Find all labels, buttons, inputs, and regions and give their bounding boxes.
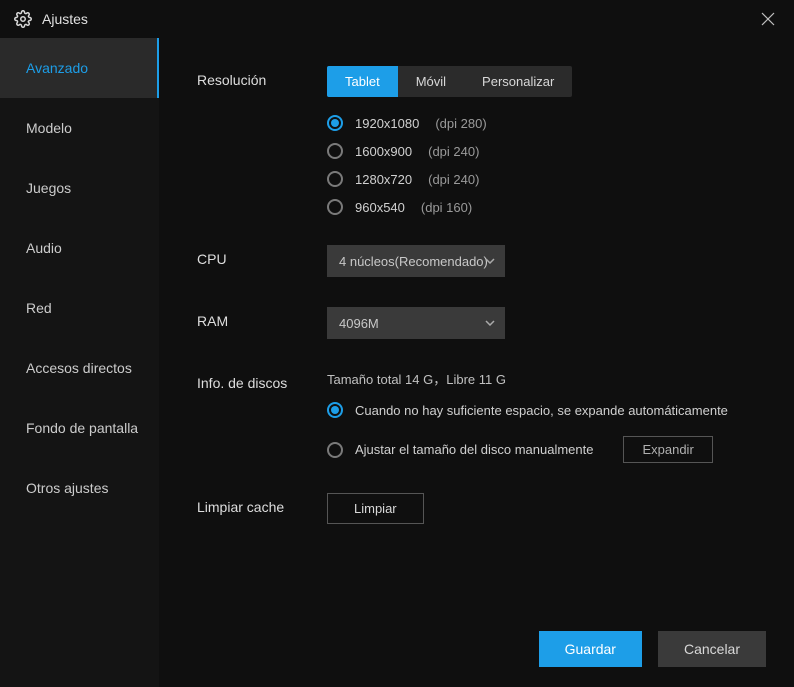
expand-button[interactable]: Expandir — [623, 436, 712, 463]
footer: Guardar Cancelar — [539, 631, 766, 667]
resolution-options: 1920x1080 (dpi 280) 1600x900 (dpi 240) 1… — [327, 115, 764, 215]
ram-select[interactable]: 4096M — [327, 307, 505, 339]
sidebar-item-audio[interactable]: Audio — [0, 218, 159, 278]
button-label: Limpiar — [354, 501, 397, 516]
radio-icon — [327, 199, 343, 215]
tab-label: Móvil — [416, 74, 446, 89]
ram-value: 4096M — [327, 307, 764, 339]
sidebar-item-label: Red — [26, 300, 52, 316]
sidebar-item-label: Avanzado — [26, 60, 88, 76]
window-title: Ajustes — [42, 11, 88, 27]
clear-cache-button[interactable]: Limpiar — [327, 493, 424, 524]
radio-icon — [327, 171, 343, 187]
radio-sublabel: (dpi 280) — [435, 116, 486, 131]
window-body: Avanzado Modelo Juegos Audio Red Accesos… — [0, 38, 794, 687]
tab-label: Tablet — [345, 74, 380, 89]
chevron-down-icon — [485, 258, 495, 264]
radio-sublabel: (dpi 240) — [428, 172, 479, 187]
chevron-down-icon — [485, 320, 495, 326]
radio-label: Ajustar el tamaño del disco manualmente — [355, 442, 593, 457]
settings-window: Ajustes Avanzado Modelo Juegos Audio Red… — [0, 0, 794, 687]
sidebar-item-modelo[interactable]: Modelo — [0, 98, 159, 158]
resolution-option-1280[interactable]: 1280x720 (dpi 240) — [327, 171, 764, 187]
radio-sublabel: (dpi 160) — [421, 200, 472, 215]
sidebar-item-label: Modelo — [26, 120, 72, 136]
cache-label: Limpiar cache — [197, 493, 327, 515]
resolution-option-1920[interactable]: 1920x1080 (dpi 280) — [327, 115, 764, 131]
sidebar: Avanzado Modelo Juegos Audio Red Accesos… — [0, 38, 159, 687]
radio-icon — [327, 115, 343, 131]
resolution-tabs: Tablet Móvil Personalizar — [327, 66, 572, 97]
tab-tablet[interactable]: Tablet — [327, 66, 398, 97]
tab-personalizar[interactable]: Personalizar — [464, 66, 572, 97]
content-panel: Resolución Tablet Móvil Personalizar 192… — [159, 38, 794, 687]
sidebar-item-label: Fondo de pantalla — [26, 420, 138, 436]
cpu-label: CPU — [197, 245, 327, 267]
radio-label: 1600x900 — [355, 144, 412, 159]
select-value: 4096M — [339, 316, 379, 331]
gear-icon — [14, 10, 32, 28]
ram-label: RAM — [197, 307, 327, 329]
cpu-value: 4 núcleos(Recomendado) — [327, 245, 764, 277]
row-cache: Limpiar cache Limpiar — [197, 493, 764, 524]
radio-icon — [327, 143, 343, 159]
tab-label: Personalizar — [482, 74, 554, 89]
sidebar-item-fondo-pantalla[interactable]: Fondo de pantalla — [0, 398, 159, 458]
sidebar-item-avanzado[interactable]: Avanzado — [0, 38, 159, 98]
resolution-option-960[interactable]: 960x540 (dpi 160) — [327, 199, 764, 215]
radio-sublabel: (dpi 240) — [428, 144, 479, 159]
button-label: Cancelar — [684, 641, 740, 657]
row-ram: RAM 4096M — [197, 307, 764, 339]
sidebar-item-label: Juegos — [26, 180, 71, 196]
resolution-option-1600[interactable]: 1600x900 (dpi 240) — [327, 143, 764, 159]
disk-info-text: Tamaño total 14 G，Libre 11 G — [327, 369, 764, 388]
sidebar-item-label: Accesos directos — [26, 360, 132, 376]
row-disk: Info. de discos Tamaño total 14 G，Libre … — [197, 369, 764, 463]
cache-value: Limpiar — [327, 493, 764, 524]
sidebar-item-label: Audio — [26, 240, 62, 256]
sidebar-item-juegos[interactable]: Juegos — [0, 158, 159, 218]
row-cpu: CPU 4 núcleos(Recomendado) — [197, 245, 764, 277]
radio-icon — [327, 402, 343, 418]
radio-label: 960x540 — [355, 200, 405, 215]
resolution-label: Resolución — [197, 66, 327, 88]
tab-movil[interactable]: Móvil — [398, 66, 464, 97]
radio-icon — [327, 442, 343, 458]
disk-option-auto[interactable]: Cuando no hay suficiente espacio, se exp… — [327, 402, 764, 418]
sidebar-item-red[interactable]: Red — [0, 278, 159, 338]
select-value: 4 núcleos(Recomendado) — [339, 254, 488, 269]
radio-label: 1920x1080 — [355, 116, 419, 131]
sidebar-item-otros-ajustes[interactable]: Otros ajustes — [0, 458, 159, 518]
row-resolution: Resolución Tablet Móvil Personalizar 192… — [197, 66, 764, 215]
disk-options: Cuando no hay suficiente espacio, se exp… — [327, 402, 764, 463]
radio-label: 1280x720 — [355, 172, 412, 187]
save-button[interactable]: Guardar — [539, 631, 642, 667]
sidebar-item-accesos-directos[interactable]: Accesos directos — [0, 338, 159, 398]
sidebar-item-label: Otros ajustes — [26, 480, 108, 496]
resolution-value: Tablet Móvil Personalizar 1920x1080 (dpi… — [327, 66, 764, 215]
button-label: Expandir — [642, 442, 693, 457]
disk-label: Info. de discos — [197, 369, 327, 391]
cancel-button[interactable]: Cancelar — [658, 631, 766, 667]
button-label: Guardar — [565, 641, 616, 657]
titlebar: Ajustes — [0, 0, 794, 38]
close-icon[interactable] — [756, 7, 780, 31]
radio-label: Cuando no hay suficiente espacio, se exp… — [355, 403, 728, 418]
disk-value: Tamaño total 14 G，Libre 11 G Cuando no h… — [327, 369, 764, 463]
disk-option-manual[interactable]: Ajustar el tamaño del disco manualmente … — [327, 436, 764, 463]
cpu-select[interactable]: 4 núcleos(Recomendado) — [327, 245, 505, 277]
